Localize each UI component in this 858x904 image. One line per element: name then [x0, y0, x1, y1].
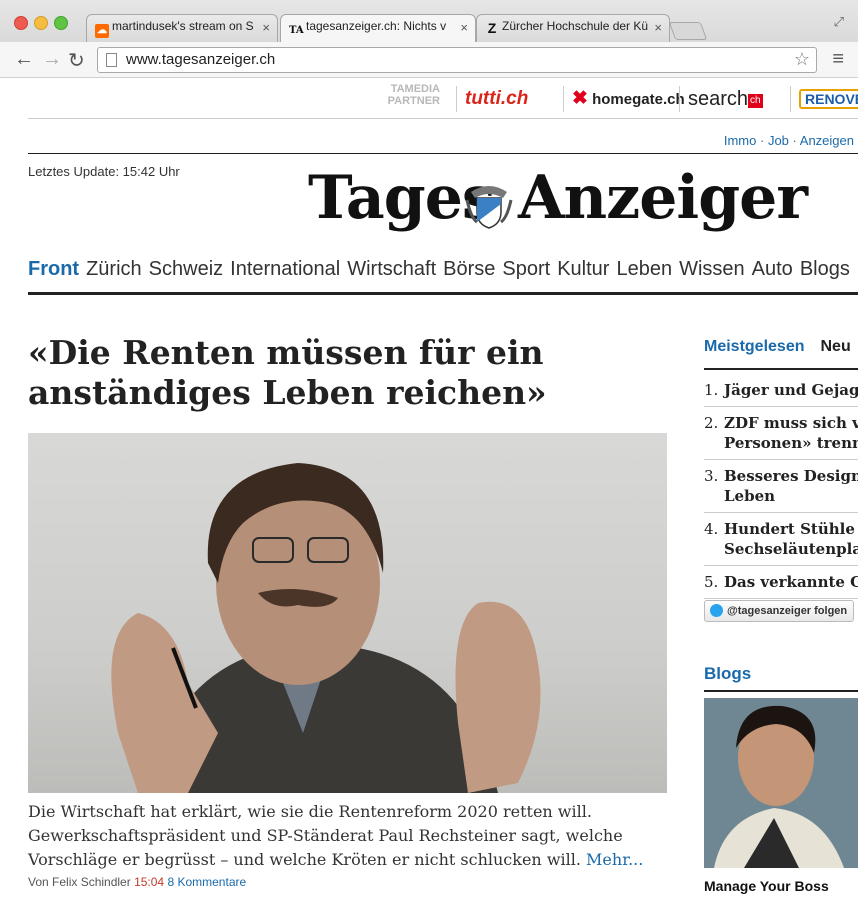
nav-boerse[interactable]: Börse [443, 258, 495, 281]
hamburger-menu-icon[interactable]: ≡ [832, 48, 844, 71]
new-tab-button[interactable] [668, 22, 708, 40]
tab-meistgelesen[interactable]: Meistgelesen [704, 338, 804, 355]
page-icon [106, 53, 117, 67]
zoom-window-button[interactable] [54, 16, 68, 30]
blog-caption[interactable]: Manage Your Boss [704, 878, 829, 894]
main-navigation: Front Zürich Schweiz International Wirtschaf… [28, 258, 858, 295]
most-read-list: 1. Jäger und Gejagt 2. ZDF muss sich vo Per… [704, 374, 858, 599]
twitter-bird-icon [710, 604, 723, 617]
article-byline: Von Felix Schindler 15:04 8 Kommentare [28, 875, 247, 889]
blogs-divider [704, 690, 858, 692]
soundcloud-icon: ☁ [95, 24, 109, 38]
tagesanzeiger-icon: TA [289, 25, 304, 36]
homegate-x-icon: ✖ [572, 88, 588, 109]
close-tab-icon[interactable]: × [262, 20, 270, 35]
sidebar-tabs: Meistgelesen Neu [704, 338, 858, 356]
nav-auto[interactable]: Auto [752, 258, 793, 281]
tab-tagesanzeiger[interactable]: TA tagesanzeiger.ch: Nichts v × [280, 14, 476, 42]
list-item[interactable]: 1. Jäger und Gejagt [704, 374, 858, 407]
browser-toolbar: ← → ↻ www.tagesanzeiger.ch ☆ ≡ [0, 42, 858, 77]
close-window-button[interactable] [14, 16, 28, 30]
zhdk-icon: Z [487, 20, 497, 36]
tab-soundcloud[interactable]: ☁ martindusek's stream on S × [86, 14, 278, 42]
nav-wissen[interactable]: Wissen [679, 258, 745, 281]
close-tab-icon[interactable]: × [460, 20, 468, 35]
comments-link[interactable]: 8 Kommentare [167, 875, 246, 889]
address-bar[interactable]: www.tagesanzeiger.ch ☆ [97, 47, 817, 73]
tab-zhdk[interactable]: Z Zürcher Hochschule der Kü × [476, 14, 670, 42]
nav-wirtschaft[interactable]: Wirtschaft [347, 258, 436, 281]
nav-international[interactable]: International [230, 258, 340, 281]
nav-front[interactable]: Front [28, 258, 79, 281]
nav-blogs[interactable]: Blogs [800, 258, 850, 281]
homegate-logo[interactable]: ✖ homegate.ch [563, 86, 685, 112]
portrait-illustration [111, 463, 541, 793]
renovero-logo[interactable]: RENOVE [790, 86, 858, 112]
twitter-follow-button[interactable]: @tagesanzeiger folgen [704, 600, 854, 622]
nav-sport[interactable]: Sport [502, 258, 550, 281]
nav-kultur[interactable]: Kultur [557, 258, 609, 281]
partner-label: TAMEDIA PARTNER [387, 83, 440, 107]
article-photo[interactable] [28, 433, 667, 793]
web-page: TAMEDIA PARTNER tutti.ch ✖ homegate.ch s… [0, 78, 858, 904]
blog-illustration [704, 698, 858, 868]
last-update: Letztes Update: 15:42 Uhr [28, 164, 180, 179]
browser-chrome: ☁ martindusek's stream on S × TA tagesanze… [0, 0, 858, 79]
forward-arrow-icon[interactable]: → [42, 48, 62, 71]
nav-schweiz[interactable]: Schweiz [149, 258, 223, 281]
service-links: Immo · Job · Anzeigen [723, 133, 854, 148]
list-item[interactable]: 3. Besseres Design Leben [704, 460, 858, 513]
reload-icon[interactable]: ↻ [68, 48, 85, 73]
minimize-window-button[interactable] [34, 16, 48, 30]
list-item[interactable]: 5. Das verkannte G [704, 566, 858, 599]
blogs-heading[interactable]: Blogs [704, 664, 751, 684]
list-item[interactable]: 2. ZDF muss sich vo Personen» trenn [704, 407, 858, 460]
job-link[interactable]: Job [768, 133, 789, 148]
back-arrow-icon[interactable]: ← [14, 48, 34, 71]
close-tab-icon[interactable]: × [654, 20, 662, 35]
tutti-logo[interactable]: tutti.ch [456, 86, 528, 112]
blog-photo[interactable] [704, 698, 858, 868]
article-headline[interactable]: «Die Renten müssen für ein anständiges L… [28, 333, 668, 413]
more-link[interactable]: Mehr... [586, 850, 643, 869]
browser-window: ☁ martindusek's stream on S × TA tagesanze… [0, 0, 858, 904]
search-ch-logo[interactable]: search ch [679, 86, 763, 112]
partner-bar: TAMEDIA PARTNER tutti.ch ✖ homegate.ch s… [28, 78, 858, 119]
bookmark-star-icon[interactable]: ☆ [794, 49, 810, 70]
header-divider [28, 153, 858, 154]
tages-anzeiger-logo[interactable]: Tages Anzeiger [308, 163, 808, 253]
tab-neu[interactable]: Neu [820, 338, 850, 355]
zurich-crest-icon [465, 186, 513, 229]
list-item[interactable]: 4. Hundert Stühle f Sechseläutenpla [704, 513, 858, 566]
sidebar-divider [704, 368, 858, 370]
nav-zuerich[interactable]: Zürich [86, 258, 142, 281]
anzeigen-link[interactable]: Anzeigen [800, 133, 854, 148]
nav-leben[interactable]: Leben [616, 258, 672, 281]
fullscreen-icon[interactable]: ⤢ [834, 14, 844, 30]
article-teaser: Die Wirtschaft hat erklärt, wie sie die … [28, 802, 644, 869]
immo-link[interactable]: Immo [724, 133, 757, 148]
sidebar: Meistgelesen Neu 1. Jäger und Gejagt 2. ZDF… [704, 338, 858, 894]
